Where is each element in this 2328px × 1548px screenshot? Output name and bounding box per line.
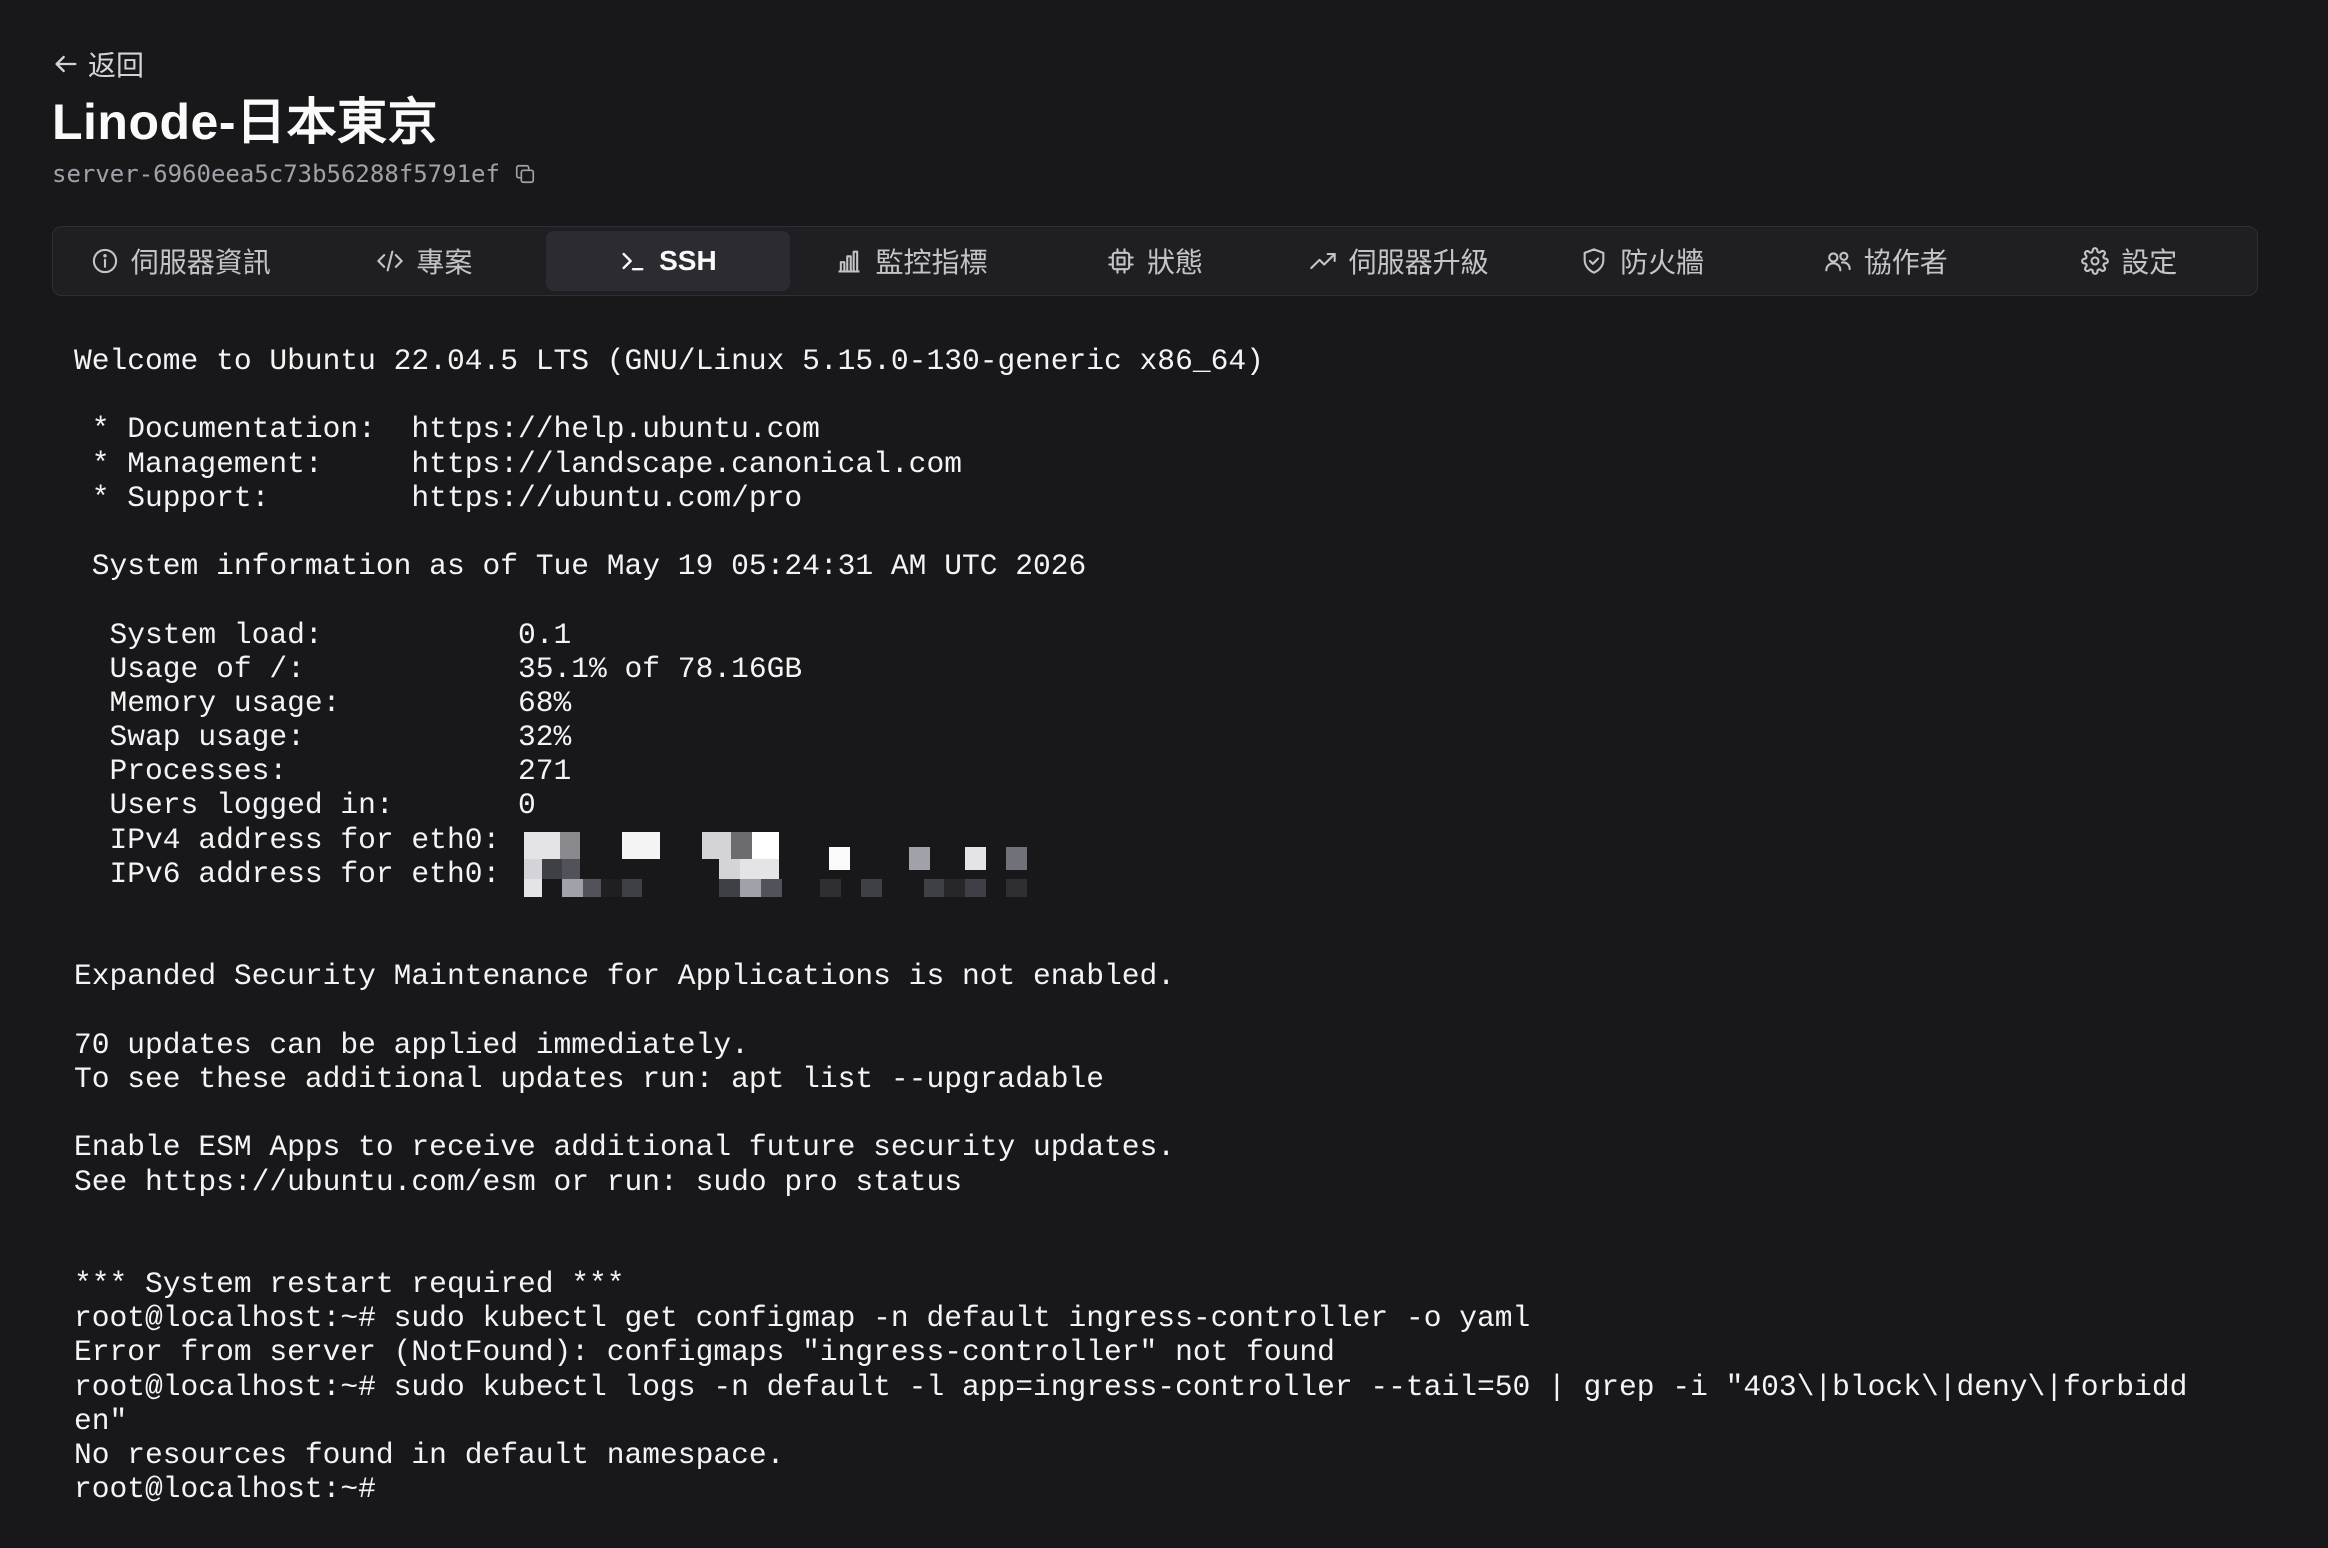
redaction-pixel	[719, 858, 741, 880]
redaction-pixel	[820, 879, 841, 898]
terminal-line: root@localhost:~# sudo kubectl logs -n d…	[74, 1369, 2188, 1404]
tab-label: 伺服器升級	[1348, 247, 1489, 278]
back-link[interactable]: 返回	[52, 44, 144, 84]
terminal-line: *** System restart required ***	[74, 1267, 625, 1302]
tab-settings[interactable]: 設定	[2008, 231, 2252, 291]
shield-icon	[1583, 248, 1605, 274]
terminal-line: System information as of Tue May 19 05:2…	[74, 549, 1087, 584]
tab-status[interactable]: 狀態	[1033, 231, 1277, 291]
redaction-pixel	[944, 879, 966, 898]
redaction-pixel	[1006, 879, 1028, 898]
redaction-pixel	[621, 832, 661, 859]
terminal-line: Usage of /: 35.1% of 78.16GB	[74, 651, 803, 686]
server-id-row: server-6960eea5c73b56288f5791ef	[52, 160, 536, 188]
redaction-pixel	[731, 832, 752, 859]
redaction-pixel	[965, 879, 986, 898]
redaction-pixel	[740, 879, 761, 898]
page-title: Linode-日本東京	[52, 94, 439, 150]
bar-chart-icon	[838, 250, 860, 273]
terminal-line: * Documentation: https://help.ubuntu.com	[74, 412, 820, 447]
redaction-pixel	[524, 879, 542, 898]
terminal-line: Welcome to Ubuntu 22.04.5 LTS (GNU/Linux…	[74, 344, 1264, 378]
terminal-line: Error from server (NotFound): configmaps…	[74, 1335, 1335, 1370]
terminal-line: en"	[74, 1403, 128, 1438]
terminal-line: Swap usage: 32%	[74, 720, 572, 755]
trend-up-icon	[1309, 252, 1336, 270]
server-id: server-6960eea5c73b56288f5791ef	[52, 160, 500, 188]
tab-label: 伺服器資訊	[130, 247, 271, 278]
tab-server-upgrade[interactable]: 伺服器升級	[1277, 231, 1521, 291]
copy-icon[interactable]	[514, 163, 536, 185]
redaction-pixel	[1006, 846, 1028, 871]
redaction-pixel	[828, 846, 850, 871]
terminal-line: To see these additional updates run: apt…	[74, 1061, 1105, 1096]
terminal-line: root@localhost:~# sudo kubectl get confi…	[74, 1301, 1531, 1336]
redaction-pixel	[908, 846, 930, 871]
cpu-icon	[1108, 248, 1134, 274]
tab-label: 狀態	[1147, 247, 1204, 278]
terminal-line: * Support: https://ubuntu.com/pro	[74, 480, 803, 515]
terminal-line: Memory usage: 68%	[74, 685, 572, 720]
arrow-left-icon	[55, 55, 77, 73]
terminal-line: * Management: https://landscape.canonica…	[74, 446, 962, 481]
terminal-line: IPv6 address for eth0:	[74, 856, 501, 891]
redaction-pixel	[562, 879, 584, 898]
ssh-page: 返回 Linode-日本東京 server-6960eea5c73b56288f…	[0, 0, 2328, 1548]
terminal-line: Processes: 271	[74, 754, 572, 789]
redaction-pixel	[562, 858, 581, 880]
terminal-line: See https://ubuntu.com/esm or run: sudo …	[74, 1164, 962, 1199]
code-icon	[377, 250, 404, 272]
terminal-icon	[622, 252, 644, 271]
redaction-pixel	[965, 846, 986, 871]
terminal-line: root@localhost:~#	[74, 1472, 394, 1507]
tab-ssh[interactable]: SSH	[546, 231, 790, 291]
redaction-pixel	[861, 879, 883, 898]
terminal-line: System load: 0.1	[74, 617, 572, 652]
redaction-pixel	[701, 832, 732, 859]
redacted-ip-addresses	[524, 832, 1028, 898]
terminal-line: IPv4 address for eth0:	[74, 822, 501, 857]
tab-label: 防火牆	[1620, 247, 1705, 278]
redaction-pixel	[923, 879, 945, 898]
redaction-pixel	[600, 879, 622, 898]
tab-label: SSH	[659, 245, 717, 276]
redaction-pixel	[751, 832, 779, 859]
terminal-line: Enable ESM Apps to receive additional fu…	[74, 1130, 1176, 1165]
gear-icon	[2081, 247, 2110, 275]
terminal-line: Users logged in: 0	[74, 788, 536, 823]
back-label: 返回	[88, 50, 145, 81]
redaction-pixel	[559, 832, 581, 859]
redaction-pixel	[541, 858, 563, 880]
tab-label: 專案	[416, 247, 473, 278]
tab-collaborators[interactable]: 協作者	[1764, 231, 2008, 291]
tab-label: 監控指標	[875, 247, 988, 278]
redaction-pixel	[740, 858, 779, 880]
tab-firewall[interactable]: 防火牆	[1520, 231, 1764, 291]
tab-label: 協作者	[1863, 247, 1948, 278]
terminal-line: No resources found in default namespace.	[74, 1438, 785, 1472]
users-icon	[1824, 251, 1851, 272]
tab-server-info[interactable]: 伺服器資訊	[59, 231, 303, 291]
tab-label: 設定	[2121, 247, 2178, 278]
ssh-terminal[interactable]: Welcome to Ubuntu 22.04.5 LTS (GNU/Linux…	[74, 344, 2264, 1506]
redaction-pixel	[524, 832, 560, 859]
redaction-pixel	[760, 879, 782, 898]
tab-metrics[interactable]: 監控指標	[790, 231, 1034, 291]
terminal-line: 70 updates can be applied immediately.	[74, 1027, 749, 1062]
server-tabs: 伺服器資訊 專案 SSH 監控指標 狀態 伺服器升級 防火牆 協作者 設定	[52, 226, 2258, 296]
info-icon	[92, 248, 117, 274]
terminal-line: Expanded Security Maintenance for Applic…	[74, 959, 1176, 994]
tab-projects[interactable]: 專案	[303, 231, 547, 291]
redaction-pixel	[719, 879, 741, 898]
redaction-pixel	[621, 879, 643, 898]
